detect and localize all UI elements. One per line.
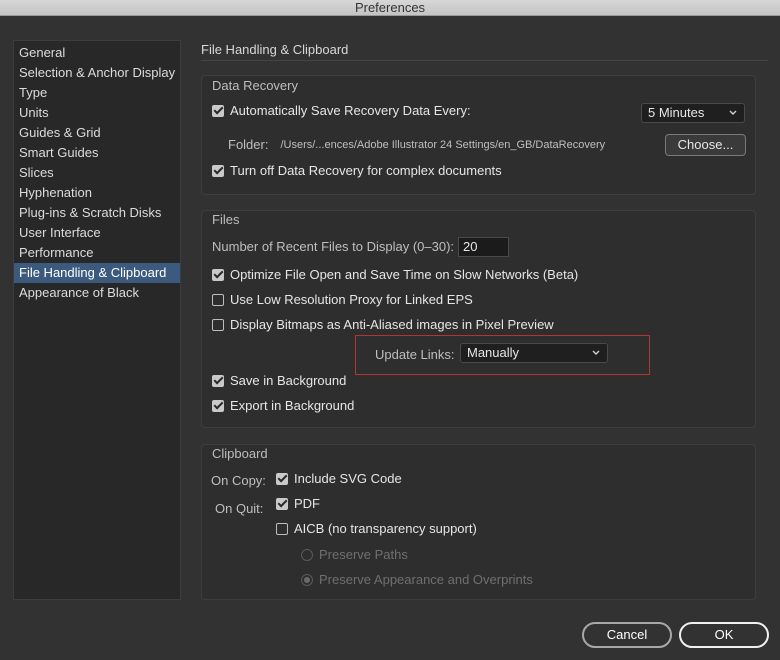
optimize-option[interactable]: Optimize File Open and Save Time on Slow… xyxy=(212,267,578,282)
page-title: File Handling & Clipboard xyxy=(201,42,349,57)
pdf-option[interactable]: PDF xyxy=(276,496,320,511)
folder-row: Folder: /Users/...ences/Adobe Illustrato… xyxy=(228,137,605,152)
preserve-paths-radio[interactable] xyxy=(301,548,313,561)
files-title: Files xyxy=(212,212,240,227)
auto-save-option[interactable]: Automatically Save Recovery Data Every: xyxy=(212,103,471,118)
recent-files-row: Number of Recent Files to Display (0–30)… xyxy=(212,239,454,254)
clipboard-title: Clipboard xyxy=(212,446,268,461)
folder-label: Folder: xyxy=(228,137,269,152)
save-background-checkbox[interactable] xyxy=(212,374,224,387)
include-svg-checkbox[interactable] xyxy=(276,472,288,485)
choose-folder-button[interactable]: Choose... xyxy=(665,134,746,156)
preferences-sidebar: General Selection & Anchor Display Type … xyxy=(13,40,181,600)
on-quit-label: On Quit: xyxy=(215,501,264,516)
sidebar-item-type[interactable]: Type xyxy=(14,83,180,103)
sidebar-item-file-handling-clipboard[interactable]: File Handling & Clipboard xyxy=(14,263,180,283)
auto-save-label: Automatically Save Recovery Data Every: xyxy=(230,103,471,118)
files-group: Files Number of Recent Files to Display … xyxy=(201,210,756,428)
save-background-label: Save in Background xyxy=(230,373,347,388)
save-interval-select[interactable]: 5 Minutes xyxy=(641,103,745,123)
sidebar-item-units[interactable]: Units xyxy=(14,103,180,123)
preserve-appearance-label: Preserve Appearance and Overprints xyxy=(319,572,533,587)
aicb-option[interactable]: AICB (no transparency support) xyxy=(276,521,477,536)
preserve-paths-option[interactable]: Preserve Paths xyxy=(301,547,408,562)
sidebar-item-general[interactable]: General xyxy=(14,43,180,63)
preserve-appearance-radio[interactable] xyxy=(301,573,313,586)
data-recovery-title: Data Recovery xyxy=(212,78,298,93)
export-background-label: Export in Background xyxy=(230,398,355,413)
aicb-label: AICB (no transparency support) xyxy=(294,521,477,536)
optimize-label: Optimize File Open and Save Time on Slow… xyxy=(230,267,579,282)
low-res-proxy-label: Use Low Resolution Proxy for Linked EPS xyxy=(230,292,473,307)
export-background-checkbox[interactable] xyxy=(212,399,224,412)
auto-save-checkbox[interactable] xyxy=(212,104,224,117)
window-title: Preferences xyxy=(354,0,426,15)
cancel-button[interactable]: Cancel xyxy=(582,622,672,648)
data-recovery-group: Data Recovery Automatically Save Recover… xyxy=(201,75,756,195)
sidebar-item-hyphenation[interactable]: Hyphenation xyxy=(14,183,180,203)
sidebar-item-plugins-scratch-disks[interactable]: Plug-ins & Scratch Disks xyxy=(14,203,180,223)
clipboard-group: Clipboard On Copy: Include SVG Code On Q… xyxy=(201,444,756,600)
sidebar-item-guides-grid[interactable]: Guides & Grid xyxy=(14,123,180,143)
on-copy-row: On Copy: xyxy=(211,473,266,488)
chevron-down-icon xyxy=(729,110,737,115)
window-titlebar: Preferences xyxy=(0,0,780,16)
include-svg-option[interactable]: Include SVG Code xyxy=(276,471,402,486)
sidebar-item-performance[interactable]: Performance xyxy=(14,243,180,263)
optimize-checkbox[interactable] xyxy=(212,268,224,281)
preserve-paths-label: Preserve Paths xyxy=(319,547,408,562)
include-svg-label: Include SVG Code xyxy=(294,471,402,486)
sidebar-item-slices[interactable]: Slices xyxy=(14,163,180,183)
recent-files-label: Number of Recent Files to Display (0–30)… xyxy=(212,239,455,254)
anti-aliased-checkbox[interactable] xyxy=(212,318,224,331)
preserve-appearance-option[interactable]: Preserve Appearance and Overprints xyxy=(301,572,533,587)
turn-off-recovery-checkbox[interactable] xyxy=(212,164,224,177)
sidebar-item-user-interface[interactable]: User Interface xyxy=(14,223,180,243)
recent-files-input[interactable]: 20 xyxy=(458,237,509,257)
export-background-option[interactable]: Export in Background xyxy=(212,398,354,413)
save-interval-value: 5 Minutes xyxy=(648,105,705,120)
pdf-checkbox[interactable] xyxy=(276,497,288,510)
on-copy-label: On Copy: xyxy=(211,473,266,488)
sidebar-item-smart-guides[interactable]: Smart Guides xyxy=(14,143,180,163)
low-res-proxy-option[interactable]: Use Low Resolution Proxy for Linked EPS xyxy=(212,292,473,307)
aicb-checkbox[interactable] xyxy=(276,522,288,535)
pdf-label: PDF xyxy=(294,496,320,511)
sidebar-item-appearance-of-black[interactable]: Appearance of Black xyxy=(14,283,180,303)
anti-aliased-option[interactable]: Display Bitmaps as Anti-Aliased images i… xyxy=(212,317,554,332)
heading-divider xyxy=(201,60,768,61)
save-background-option[interactable]: Save in Background xyxy=(212,373,346,388)
sidebar-item-selection-anchor-display[interactable]: Selection & Anchor Display xyxy=(14,63,180,83)
low-res-proxy-checkbox[interactable] xyxy=(212,293,224,306)
anti-aliased-label: Display Bitmaps as Anti-Aliased images i… xyxy=(230,317,554,332)
turn-off-recovery-option[interactable]: Turn off Data Recovery for complex docum… xyxy=(212,163,502,178)
folder-path: /Users/...ences/Adobe Illustrator 24 Set… xyxy=(280,138,606,151)
update-links-highlight xyxy=(355,335,650,375)
on-quit-row: On Quit: xyxy=(215,501,263,516)
turn-off-recovery-label: Turn off Data Recovery for complex docum… xyxy=(230,163,502,178)
ok-button[interactable]: OK xyxy=(679,622,769,648)
